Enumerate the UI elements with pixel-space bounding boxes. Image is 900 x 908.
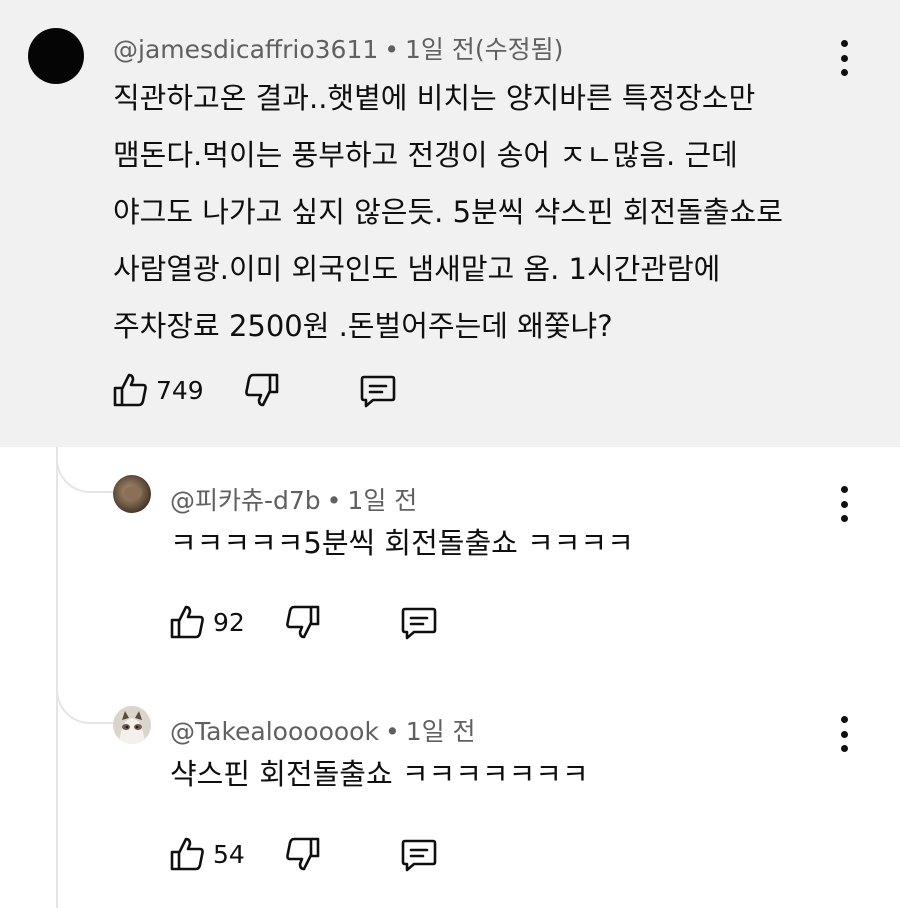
top-comment: @jamesdicaffrio3611 • 1일 전(수정됨) 직관하고온 결과..… [0,0,900,447]
comment-text: ㅋㅋㅋㅋㅋ5분씩 회전돌출쇼 ㅋㅋㅋㅋ [170,526,634,560]
like-button[interactable]: 54 [167,834,245,874]
author-name[interactable]: @피카츄-d7b [170,486,321,515]
comment-time: 1일 전 [405,717,476,746]
dislike-button[interactable] [242,370,282,410]
like-count: 54 [213,839,245,869]
like-button[interactable]: 92 [167,602,245,642]
avatar[interactable] [113,706,151,744]
reply-button[interactable] [399,602,439,642]
dislike-button[interactable] [283,602,323,642]
thread-branch [56,678,114,724]
comment-actions: 749 [110,368,398,412]
comment-text-line: 야그도 나가고 싶지 않은듯. 5분씩 샥스핀 회전돌출쇼로 [113,195,783,229]
thumbs-up-icon [170,605,204,639]
comment-header: @jamesdicaffrio3611 • 1일 전(수정됨) [113,30,563,66]
comment-text-line: 맴돈다.먹이는 풍부하고 전갱이 송어 ㅈㄴ많음. 근데 [113,138,738,172]
comment-text-line: 직관하고온 결과..햇볕에 비치는 양지바른 특정장소만 [113,81,756,115]
separator-dot: • [326,486,342,515]
comment-text-line: 사람열광.이미 외국인도 냄새맡고 옴. 1시간관람에 [113,252,721,286]
more-vert-icon[interactable] [832,40,856,76]
comment-icon [360,375,396,408]
thread-branch [56,447,114,493]
comment-icon [401,607,437,640]
more-vert-icon[interactable] [832,716,856,752]
dislike-button[interactable] [283,834,323,874]
comment-header: @Takealooooook • 1일 전 [170,712,476,748]
comment-time: 1일 전 [347,486,418,515]
author-name[interactable]: @Takealooooook [170,717,379,746]
separator-dot: • [384,717,400,746]
comment-time: 1일 전(수정됨) [405,35,564,64]
comment-actions: 92 [167,600,439,644]
thumbs-down-icon [285,605,320,639]
comment-actions: 54 [167,832,439,876]
comment-text-line: 주차장료 2500원 .돈벌어주는데 왜쫓냐? [113,309,613,343]
comment-text: 샥스핀 회전돌출쇼 ㅋㅋㅋㅋㅋㅋㅋ [170,757,589,791]
reply-button[interactable] [399,834,439,874]
thumbs-up-icon [170,837,204,871]
thumbs-down-icon [244,373,279,407]
comment-header: @피카츄-d7b • 1일 전 [170,481,417,517]
avatar[interactable] [28,28,84,84]
more-vert-icon[interactable] [832,486,856,522]
comment-text: 직관하고온 결과..햇볕에 비치는 양지바른 특정장소만 맴돈다.먹이는 풍부하… [113,70,783,355]
author-name[interactable]: @jamesdicaffrio3611 [113,35,378,64]
like-count: 92 [213,607,245,637]
thumbs-down-icon [285,837,320,871]
comment-icon [401,839,437,872]
separator-dot: • [384,35,400,64]
like-button[interactable]: 749 [110,370,204,410]
avatar[interactable] [113,475,151,513]
like-count: 749 [156,375,204,405]
thumbs-up-icon [113,373,147,407]
reply-button[interactable] [358,370,398,410]
